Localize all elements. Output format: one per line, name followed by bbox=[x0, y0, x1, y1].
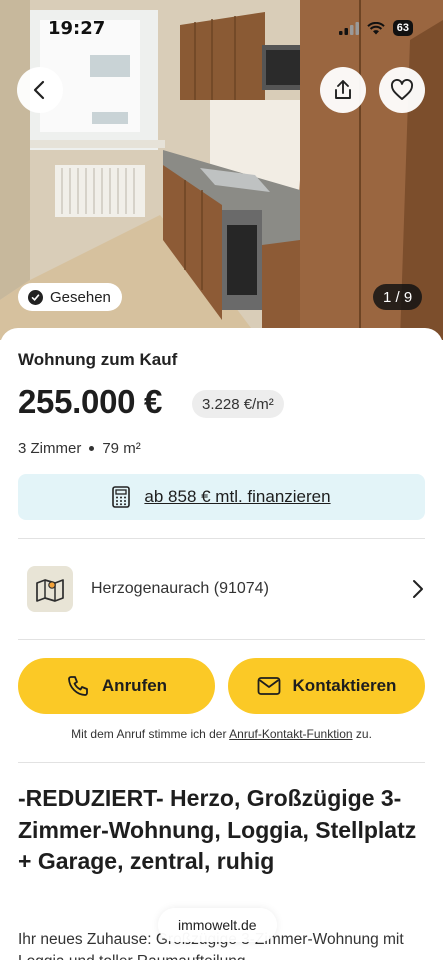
divider bbox=[18, 538, 425, 539]
contact-label: Kontaktieren bbox=[292, 676, 397, 695]
financing-link[interactable]: ab 858 € mtl. finanzieren bbox=[18, 474, 425, 520]
area-value: 79 m² bbox=[102, 440, 141, 457]
back-button[interactable] bbox=[17, 67, 63, 113]
check-icon bbox=[28, 289, 43, 305]
photo-gallery[interactable]: 19:27 63 Gesehen 1 / 9 bbox=[0, 0, 443, 340]
contact-button[interactable]: Kontaktieren bbox=[228, 658, 425, 714]
financing-label: ab 858 € mtl. finanzieren bbox=[144, 487, 331, 506]
price-per-sqm-badge: 3.228 €/m² bbox=[192, 390, 284, 418]
consent-text: Mit dem Anruf stimme ich der Anruf-Konta… bbox=[0, 727, 443, 741]
favorite-button[interactable] bbox=[379, 67, 425, 113]
battery-indicator: 63 bbox=[392, 20, 413, 36]
separator-dot bbox=[89, 446, 95, 451]
listing-type: Wohnung zum Kauf bbox=[18, 350, 178, 369]
listing-facts: 3 Zimmer 79 m² bbox=[18, 440, 141, 457]
seen-label: Gesehen bbox=[50, 288, 111, 306]
browser-url-bar[interactable]: immowelt.de bbox=[158, 908, 277, 942]
status-bar: 19:27 63 bbox=[0, 0, 443, 44]
call-button[interactable]: Anrufen bbox=[18, 658, 215, 714]
map-icon bbox=[27, 566, 73, 612]
location-label: Herzogenaurach (91074) bbox=[91, 580, 269, 597]
signal-icon bbox=[338, 21, 359, 35]
wifi-icon bbox=[367, 21, 385, 34]
status-time: 19:27 bbox=[48, 18, 106, 39]
status-icons: 63 bbox=[338, 20, 413, 36]
share-icon bbox=[335, 80, 351, 99]
seen-badge: Gesehen bbox=[18, 283, 122, 311]
consent-suffix: zu. bbox=[352, 727, 372, 741]
divider bbox=[18, 762, 425, 763]
mail-icon bbox=[257, 677, 280, 695]
consent-link[interactable]: Anruf-Kontakt-Funktion bbox=[229, 727, 352, 741]
share-button[interactable] bbox=[320, 67, 366, 113]
back-arrow-icon bbox=[33, 80, 45, 100]
photo-counter: 1 / 9 bbox=[373, 284, 423, 310]
rooms-value: 3 Zimmer bbox=[18, 440, 82, 457]
phone-icon bbox=[68, 676, 88, 696]
listing-headline: -REDUZIERT- Herzo, Großzügige 3-Zimmer-W… bbox=[18, 785, 417, 874]
listing-details: Wohnung zum Kauf 255.000 € 3.228 €/m² 3 … bbox=[0, 328, 443, 960]
calculator-icon bbox=[112, 486, 131, 508]
location-row[interactable]: Herzogenaurach (91074) bbox=[18, 556, 425, 622]
consent-prefix: Mit dem Anruf stimme ich der bbox=[71, 727, 230, 741]
call-label: Anrufen bbox=[101, 676, 168, 695]
heart-icon bbox=[391, 79, 413, 100]
divider bbox=[18, 639, 425, 640]
chevron-right-icon bbox=[413, 580, 423, 598]
listing-price: 255.000 € bbox=[18, 383, 163, 420]
